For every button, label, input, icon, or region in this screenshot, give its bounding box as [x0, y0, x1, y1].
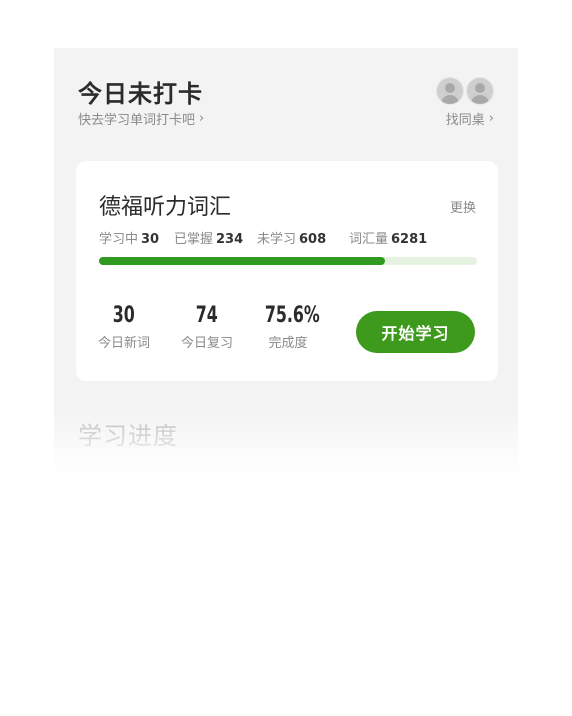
start-learning-button[interactable]: 开始学习 — [356, 311, 475, 353]
stat-value: 6281 — [391, 232, 428, 247]
avatar-icon — [436, 77, 464, 105]
checkin-status-title: 今日未打卡 — [78, 80, 203, 108]
find-deskmate-label: 找同桌 — [445, 113, 485, 128]
completion-rate-label: 完成度 — [268, 336, 308, 351]
today-review: 74 今日复习 — [177, 303, 237, 351]
checkin-prompt-text: 快去学习单词打卡吧 — [78, 113, 196, 128]
today-review-value: 74 — [195, 303, 219, 328]
stat-value: 234 — [216, 232, 244, 247]
stat-learning: 学习中 30 — [99, 228, 174, 247]
book-stats: 学习中 30 已掌握 234 未学习 608 词汇量 6281 — [99, 228, 427, 247]
book-title: 德福听力词汇 — [99, 195, 232, 220]
checkin-prompt-link[interactable]: 快去学习单词打卡吧 › — [78, 109, 204, 128]
stat-label: 学习中 — [99, 232, 139, 247]
chevron-right-icon: › — [488, 111, 494, 126]
stat-mastered: 已掌握 234 — [174, 228, 257, 247]
stat-label: 已掌握 — [174, 232, 214, 247]
today-new-words: 30 今日新词 — [94, 303, 154, 351]
today-review-label: 今日复习 — [180, 336, 233, 351]
study-progress-heading: 学习进度 — [78, 422, 178, 450]
stat-label: 词汇量 — [349, 232, 389, 247]
stat-value: 30 — [141, 232, 160, 247]
chevron-right-icon: › — [199, 111, 205, 126]
change-book-button[interactable]: 更换 — [450, 197, 476, 216]
deskmate-avatars[interactable] — [434, 77, 494, 105]
progress-stats-row[interactable]: 进度统计 — [98, 488, 188, 498]
completion-rate: 75.6% 完成度 — [258, 303, 320, 351]
completion-rate-value: 75.6% — [264, 303, 320, 328]
study-screen: 今日未打卡 快去学习单词打卡吧 › 找同桌 › 德福听力词汇 更换 学习中 30 … — [54, 48, 518, 498]
stat-unlearned: 未学习 608 — [257, 228, 349, 247]
book-progress-bar — [99, 257, 477, 265]
today-new-words-value: 30 — [112, 303, 136, 328]
progress-stats-label: 进度统计 — [120, 488, 188, 498]
avatar-icon — [466, 77, 494, 105]
vocab-book-card: 德福听力词汇 更换 学习中 30 已掌握 234 未学习 608 词汇量 6281 30… — [76, 161, 498, 381]
stat-vocab-size: 词汇量 6281 — [349, 228, 427, 247]
stat-value: 608 — [299, 232, 327, 247]
book-progress-fill — [99, 257, 385, 265]
find-deskmate-link[interactable]: 找同桌 › — [446, 109, 494, 128]
stat-label: 未学习 — [257, 232, 297, 247]
stats-icon — [98, 493, 108, 498]
today-new-words-label: 今日新词 — [97, 336, 150, 351]
